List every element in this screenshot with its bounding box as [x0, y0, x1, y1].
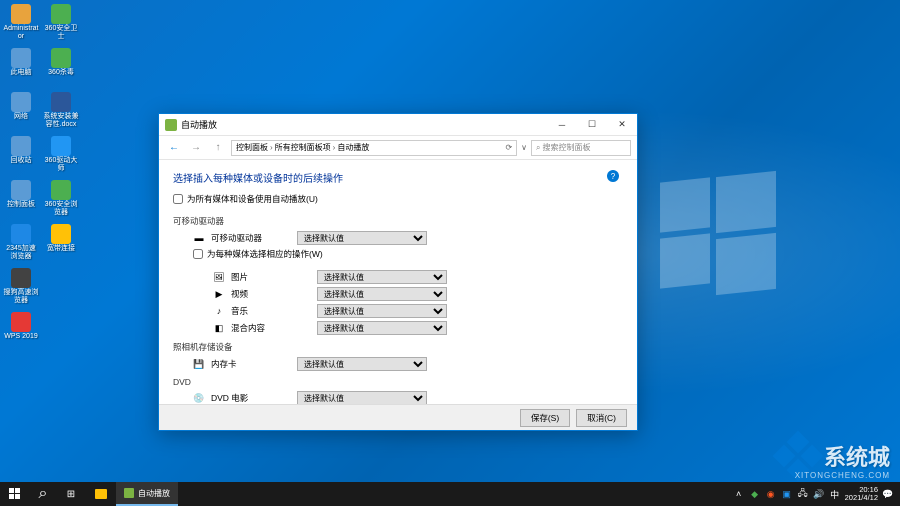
ime-icon[interactable]: 中 [829, 488, 841, 500]
media-select[interactable]: 选择默认值 [297, 391, 427, 404]
per-media-checkbox[interactable] [193, 249, 203, 259]
watermark: 系统城 [778, 436, 890, 476]
maximize-button[interactable]: ☐ [577, 114, 607, 136]
desktop-icon[interactable]: WPS 2019 [2, 310, 40, 352]
page-title: 选择插入每种媒体或设备时的后续操作 [173, 170, 623, 185]
media-icon: 🖼 [213, 271, 225, 283]
start-button[interactable] [0, 482, 30, 506]
checkbox-label: 为每种媒体选择相应的操作(W) [207, 248, 323, 260]
media-icon: ◧ [213, 322, 225, 334]
watermark-logo [778, 436, 818, 476]
desktop-icon[interactable]: 宽带连接 [42, 222, 80, 264]
titlebar: 自动播放 ─ ☐ ✕ [159, 114, 637, 136]
desktop-icon[interactable]: 此电脑 [2, 46, 40, 88]
desktop-icon[interactable]: 搜狗高速浏览器 [2, 266, 40, 308]
content-area: ? 选择插入每种媒体或设备时的后续操作 为所有媒体和设备使用自动播放(U) 可移… [159, 160, 637, 404]
setting-row: 🖼 图片 选择默认值 [213, 270, 623, 284]
search-button[interactable]: ⌕ [30, 482, 56, 506]
clock[interactable]: 20:16 2021/4/12 [845, 486, 878, 503]
desktop-icon[interactable]: 回收站 [2, 134, 40, 176]
forward-button[interactable]: → [187, 139, 205, 157]
autoplay-icon [165, 119, 177, 131]
network-icon[interactable]: 🖧 [797, 488, 809, 500]
setting-label: 音乐 [231, 305, 311, 317]
breadcrumb-item[interactable]: 所有控制面板项 [275, 142, 331, 153]
desktop-icon[interactable]: 系统安装兼容性.docx [42, 90, 80, 132]
address-bar[interactable]: 控制面板 › 所有控制面板项 › 自动播放 ⟳ [231, 140, 517, 156]
media-select[interactable]: 选择默认值 [297, 357, 427, 371]
section-header: 照相机存储设备 [173, 341, 623, 353]
setting-label: 图片 [231, 271, 311, 283]
desktop-icon[interactable]: 控制面板 [2, 178, 40, 220]
setting-label: 混合内容 [231, 322, 311, 334]
setting-row: ▶ 视频 选择默认值 [213, 287, 623, 301]
media-select[interactable]: 选择默认值 [317, 321, 447, 335]
save-button[interactable]: 保存(S) [520, 409, 570, 427]
navbar: ← → ↑ 控制面板 › 所有控制面板项 › 自动播放 ⟳ ∨ ⌕ 搜索控制面板 [159, 136, 637, 160]
section-header: 可移动驱动器 [173, 215, 623, 227]
breadcrumb-item[interactable]: 控制面板 [236, 142, 268, 153]
drive-icon: ▬ [193, 232, 205, 244]
footer: 保存(S) 取消(C) [159, 404, 637, 430]
autoplay-icon [124, 488, 134, 498]
up-button[interactable]: ↑ [209, 139, 227, 157]
volume-icon[interactable]: 🔊 [813, 488, 825, 500]
desktop-icon[interactable]: 360安全卫士 [42, 2, 80, 44]
section-header: DVD [173, 377, 623, 387]
media-icon: 💿 [193, 392, 205, 404]
removable-drive-select[interactable]: 选择默认值 [297, 231, 427, 245]
taskbar-item-autoplay[interactable]: 自动播放 [116, 482, 178, 506]
tray-chevron-icon[interactable]: ˄ [733, 488, 745, 500]
breadcrumb-item[interactable]: 自动播放 [337, 142, 369, 153]
setting-label: 视频 [231, 288, 311, 300]
taskbar: ⌕ ⊞ 自动播放 ˄ ◆ ◉ ▣ 🖧 🔊 中 20:16 2021/4/12 💬 [0, 482, 900, 506]
desktop-icon[interactable]: Administrator [2, 2, 40, 44]
tray-app-icon[interactable]: ▣ [781, 488, 793, 500]
desktop-icon[interactable]: 360杀毒 [42, 46, 80, 88]
back-button[interactable]: ← [165, 139, 183, 157]
cancel-button[interactable]: 取消(C) [576, 409, 627, 427]
media-icon: 💾 [193, 358, 205, 370]
tray-app-icon[interactable]: ◆ [749, 488, 761, 500]
desktop-icon[interactable]: 360安全浏览器 [42, 178, 80, 220]
setting-label: 可移动驱动器 [211, 232, 291, 244]
search-input[interactable]: ⌕ 搜索控制面板 [531, 140, 631, 156]
desktop-icon[interactable]: 网络 [2, 90, 40, 132]
media-select[interactable]: 选择默认值 [317, 304, 447, 318]
watermark-url: XITONGCHENG.COM [795, 471, 890, 480]
close-button[interactable]: ✕ [607, 114, 637, 136]
autoplay-window: 自动播放 ─ ☐ ✕ ← → ↑ 控制面板 › 所有控制面板项 › 自动播放 ⟳… [158, 113, 638, 431]
setting-row: 💿 DVD 电影 选择默认值 [193, 391, 623, 404]
setting-row: ◧ 混合内容 选择默认值 [213, 321, 623, 335]
desktop-icon[interactable]: 360驱动大师 [42, 134, 80, 176]
minimize-button[interactable]: ─ [547, 114, 577, 136]
media-icon: ▶ [213, 288, 225, 300]
help-icon[interactable]: ? [607, 170, 619, 182]
setting-row: ♪ 音乐 选择默认值 [213, 304, 623, 318]
notifications-icon[interactable]: 💬 [882, 488, 894, 500]
file-explorer-button[interactable] [86, 482, 116, 506]
use-autoplay-all-checkbox[interactable] [173, 194, 183, 204]
media-select[interactable]: 选择默认值 [317, 287, 447, 301]
checkbox-label: 为所有媒体和设备使用自动播放(U) [187, 193, 318, 205]
setting-label: 内存卡 [211, 358, 291, 370]
window-title: 自动播放 [181, 118, 547, 131]
task-view-button[interactable]: ⊞ [56, 482, 86, 506]
setting-row: 💾 内存卡 选择默认值 [193, 357, 623, 371]
desktop: Administrator此电脑网络回收站控制面板2345加速浏览器搜狗高速浏览… [2, 2, 80, 352]
tray-app-icon[interactable]: ◉ [765, 488, 777, 500]
media-icon: ♪ [213, 305, 225, 317]
setting-label: DVD 电影 [211, 392, 291, 404]
system-tray: ˄ ◆ ◉ ▣ 🖧 🔊 中 20:16 2021/4/12 💬 [727, 486, 900, 503]
media-select[interactable]: 选择默认值 [317, 270, 447, 284]
desktop-icon[interactable]: 2345加速浏览器 [2, 222, 40, 264]
